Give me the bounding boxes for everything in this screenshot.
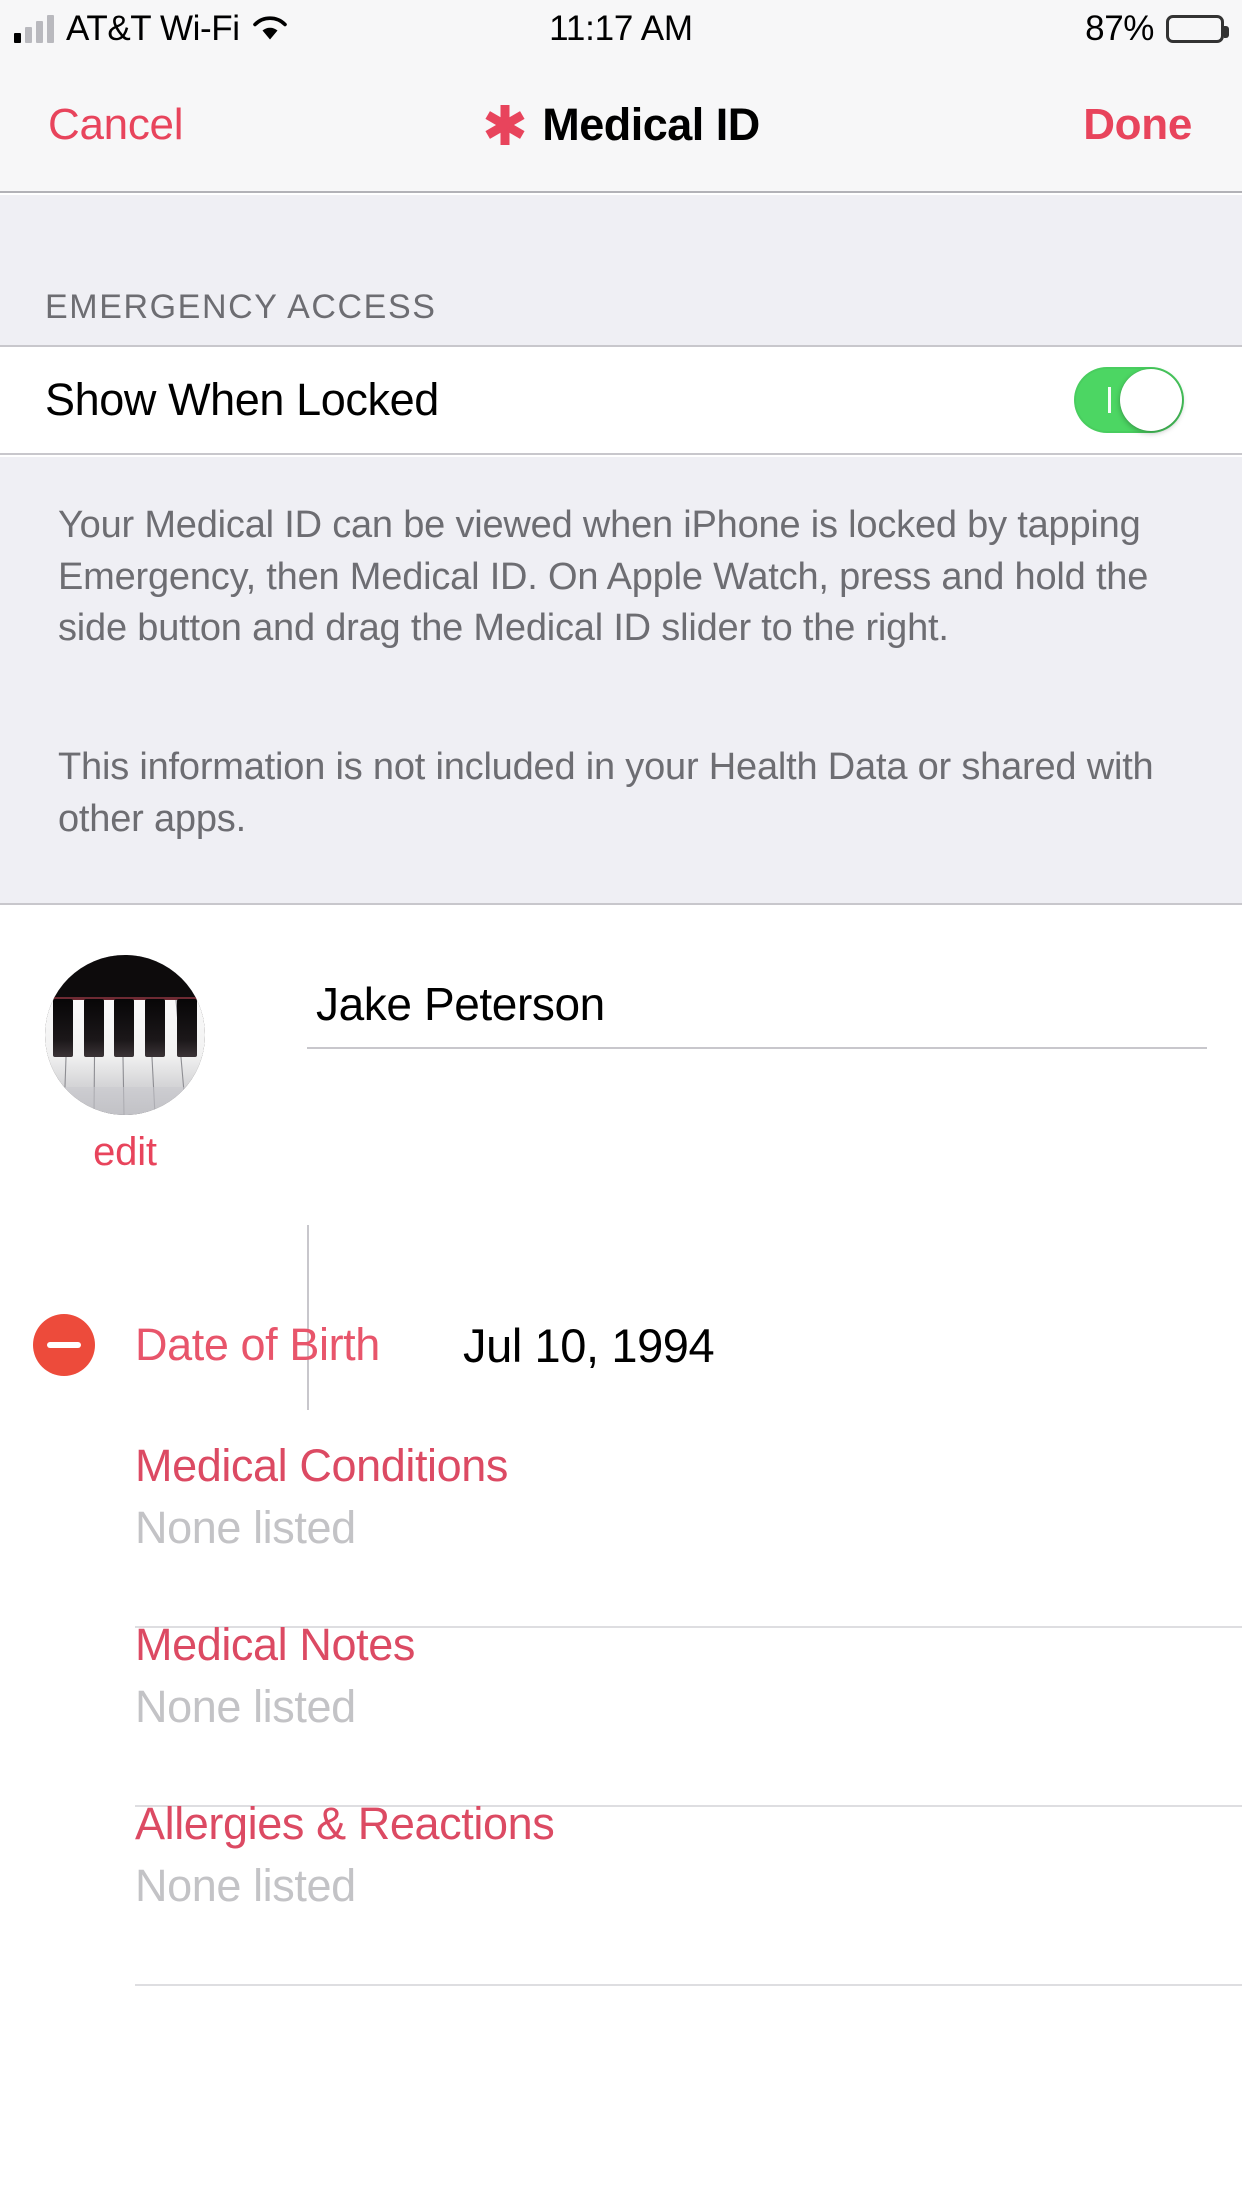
date-of-birth-label: Date of Birth xyxy=(135,1319,380,1371)
done-button[interactable]: Done xyxy=(1083,100,1192,150)
battery-percent-label: 87% xyxy=(1085,9,1154,49)
name-input[interactable]: Jake Peterson xyxy=(307,977,1207,1031)
nav-title-group: Medical ID xyxy=(482,99,760,151)
name-field-wrapper[interactable]: Jake Peterson xyxy=(307,977,1207,1049)
clock-label: 11:17 AM xyxy=(549,9,693,49)
show-when-locked-row[interactable]: Show When Locked xyxy=(0,345,1242,455)
battery-icon xyxy=(1166,15,1224,43)
show-when-locked-label: Show When Locked xyxy=(45,374,439,426)
field-title: Allergies & Reactions xyxy=(135,1798,554,1850)
status-bar-center: 11:17 AM xyxy=(0,0,1242,58)
field-value[interactable]: None listed xyxy=(135,1860,356,1912)
status-bar-right: 87% xyxy=(1085,0,1224,58)
avatar[interactable] xyxy=(45,955,205,1115)
date-of-birth-row[interactable]: Date of Birth Jul 10, 1994 xyxy=(0,1290,1242,1400)
toggle-knob xyxy=(1120,369,1182,431)
field-title: Medical Conditions xyxy=(135,1440,508,1492)
minus-circle-icon[interactable] xyxy=(33,1314,95,1376)
field-title: Medical Notes xyxy=(135,1619,415,1671)
edit-avatar-button[interactable]: edit xyxy=(45,1130,205,1175)
emergency-access-section-header: EMERGENCY ACCESS xyxy=(45,288,437,327)
cancel-button[interactable]: Cancel xyxy=(48,100,183,150)
toggle-on-mark xyxy=(1108,387,1111,413)
nav-bar: Cancel Medical ID Done xyxy=(0,58,1242,193)
status-bar: AT&T Wi-Fi 11:17 AM 87% xyxy=(0,0,1242,58)
footer-paragraph-2: This information is not included in your… xyxy=(58,742,1188,845)
medical-id-screen: AT&T Wi-Fi 11:17 AM 87% Cancel xyxy=(0,0,1242,2208)
footer-paragraph-1: Your Medical ID can be viewed when iPhon… xyxy=(58,500,1188,655)
field-value[interactable]: None listed xyxy=(135,1681,356,1733)
field-value[interactable]: None listed xyxy=(135,1502,356,1554)
field-separator xyxy=(135,1984,1242,1986)
medical-asterisk-icon xyxy=(482,102,528,148)
show-when-locked-toggle[interactable] xyxy=(1074,367,1184,433)
page-title: Medical ID xyxy=(542,99,760,151)
date-of-birth-value[interactable]: Jul 10, 1994 xyxy=(463,1318,714,1373)
